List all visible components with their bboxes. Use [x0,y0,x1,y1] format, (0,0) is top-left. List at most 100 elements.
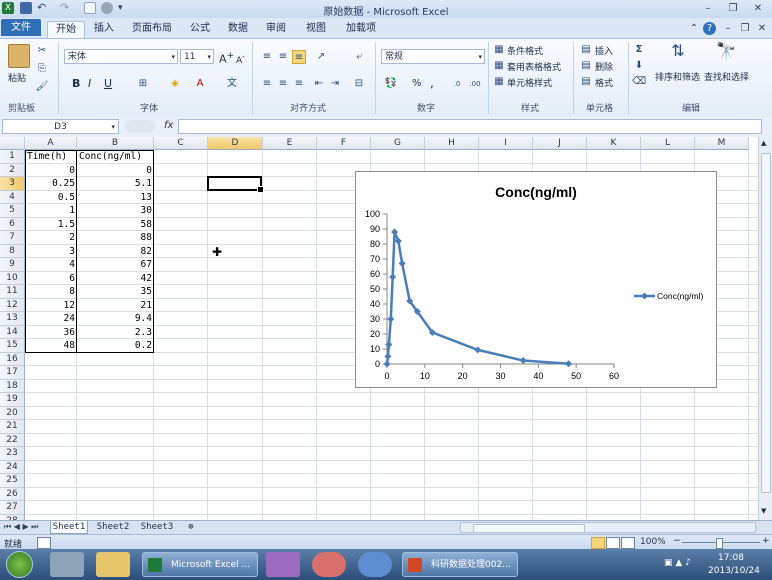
align-center-icon[interactable]: ≡ [276,77,290,91]
help-icon[interactable]: ? [703,22,716,35]
italic-button[interactable]: I [88,77,91,90]
accounting-format-icon[interactable]: 💱 [384,77,398,91]
row-header-11[interactable]: 11 [0,285,25,299]
sheet-tab-sheet2[interactable]: Sheet2 [94,521,132,534]
row-header-25[interactable]: 25 [0,474,25,488]
format-cells-button[interactable]: 格式 [595,76,613,89]
font-name-combo[interactable]: 宋体 ▾ [64,49,178,64]
table-format-button[interactable]: 套用表格格式 [507,60,561,73]
row-header-9[interactable]: 9 [0,258,25,272]
select-all-corner[interactable] [0,137,25,150]
row-header-5[interactable]: 5 [0,204,25,218]
row-header-24[interactable]: 24 [0,460,25,474]
paste-button[interactable]: 粘贴 [8,71,26,84]
tab-home[interactable]: 开始 [47,21,85,38]
worksheet-grid[interactable]: ABCDEFGHIJKLM 1 2 3 4 5 6 7 8 9 10 11 12 13 14 15 16 17 1… [0,137,758,520]
taskbar-ppt-task[interactable]: 科研数据处理002... [402,552,518,577]
column-header-e[interactable]: E [263,137,317,150]
row-header-13[interactable]: 13 [0,312,25,326]
format-painter-icon[interactable]: 🖌 [35,80,49,94]
column-header-f[interactable]: F [317,137,371,150]
autosum-icon[interactable]: Σ [632,43,646,57]
cell-style-button[interactable]: 单元格样式 [507,76,552,89]
row-header-14[interactable]: 14 [0,325,25,339]
row-header-17[interactable]: 17 [0,366,25,380]
sheet-nav-icon[interactable]: ⏮ ◀ ▶ ⏭ [4,522,38,532]
row-header-10[interactable]: 10 [0,271,25,285]
row-header-4[interactable]: 4 [0,190,25,204]
column-header-i[interactable]: I [479,137,533,150]
column-header-a[interactable]: A [25,137,77,150]
hscroll-thumb[interactable] [473,524,585,533]
tray-clock-date[interactable]: 2013/10/24 [708,566,760,576]
decrease-indent-icon[interactable]: ⇤ [312,77,326,91]
zoom-level[interactable]: 100% [640,537,666,547]
column-header-d[interactable]: D [208,137,263,150]
column-header-k[interactable]: K [587,137,641,150]
row-header-22[interactable]: 22 [0,433,25,447]
active-cell[interactable] [207,176,264,193]
taskbar-app-icon-3[interactable] [312,552,346,577]
tray-clock-time[interactable]: 17:08 [718,553,744,563]
formula-input[interactable] [178,119,762,134]
underline-button[interactable]: U [104,77,112,90]
cut-icon[interactable]: ✂ [35,44,49,58]
row-header-2[interactable]: 2 [0,163,25,177]
taskbar-app-icon-2[interactable] [266,552,300,577]
taskbar-folder-icon[interactable] [96,552,130,577]
align-middle-icon[interactable]: ≡ [276,50,290,64]
row-header-27[interactable]: 27 [0,501,25,515]
align-bottom-icon[interactable]: ≡ [292,50,306,64]
restore-icon[interactable]: ❐ [725,2,741,15]
tray-icons[interactable]: ▣ ▲ ♪ [664,558,691,568]
find-select-icon[interactable]: 🔭 [714,43,738,66]
find-select-button[interactable]: 查找和选择 [704,70,749,83]
decrease-decimal-icon[interactable]: .00 [468,77,482,91]
row-header-3[interactable]: 3 [0,177,25,191]
tab-formulas[interactable]: 公式 [184,21,216,37]
tab-view[interactable]: 视图 [300,21,332,37]
doc-minimize-icon[interactable]: – [720,22,736,35]
taskbar-app-icon-1[interactable] [50,552,84,577]
view-normal-icon[interactable] [591,537,605,549]
chart[interactable]: Conc(ng/ml) 0 10 20 30 40 50 60 70 80 90 100 0 10 20 30… [355,171,717,388]
start-button[interactable] [6,551,33,578]
row-header-1[interactable]: 1 [0,150,25,164]
ribbon-minimize-icon[interactable]: ⌃ [686,22,702,35]
tab-addins[interactable]: 加载项 [340,21,382,37]
row-header-23[interactable]: 23 [0,447,25,461]
row-header-21[interactable]: 21 [0,420,25,434]
horizontal-scrollbar[interactable] [460,522,756,533]
phonetic-icon[interactable]: 文 [225,77,239,91]
row-header-26[interactable]: 26 [0,487,25,501]
scroll-down-icon[interactable]: ▼ [761,507,766,515]
copy-icon[interactable]: ⎘ [35,62,49,76]
row-header-7[interactable]: 7 [0,231,25,245]
insert-function-button[interactable]: fx [164,120,173,131]
zoom-out-button[interactable]: − [673,536,681,546]
clear-icon[interactable]: ⌫ [632,75,646,89]
row-header-16[interactable]: 16 [0,352,25,366]
insert-cells-button[interactable]: 插入 [595,44,613,57]
column-header-l[interactable]: L [641,137,695,150]
conditional-format-button[interactable]: 条件格式 [507,44,543,57]
number-format-combo[interactable]: 常规 ▾ [381,49,485,64]
sheet-tab-sheet3[interactable]: Sheet3 [138,521,176,534]
tab-file[interactable]: 文件 [1,19,41,36]
bold-button[interactable]: B [72,77,80,90]
zoom-in-button[interactable]: + [762,536,770,546]
formula-cancel-icon[interactable] [125,120,155,133]
macro-record-icon[interactable] [37,537,51,549]
tab-review[interactable]: 审阅 [260,21,292,37]
row-header-8[interactable]: 8 [0,244,25,258]
cell-style-icon[interactable]: ▦ [492,75,506,89]
doc-restore-icon[interactable]: ❐ [737,22,753,35]
font-grow-button[interactable]: A+ [219,50,234,66]
wrap-text-icon[interactable]: ⤶ [352,50,366,64]
close-icon[interactable]: ✕ [750,2,766,15]
delete-cells-icon[interactable]: ▤ [579,59,593,73]
font-shrink-button[interactable]: A- [236,52,245,66]
increase-decimal-icon[interactable]: .0 [450,77,464,91]
table-format-icon[interactable]: ▦ [492,59,506,73]
conditional-format-icon[interactable]: ▦ [492,43,506,57]
